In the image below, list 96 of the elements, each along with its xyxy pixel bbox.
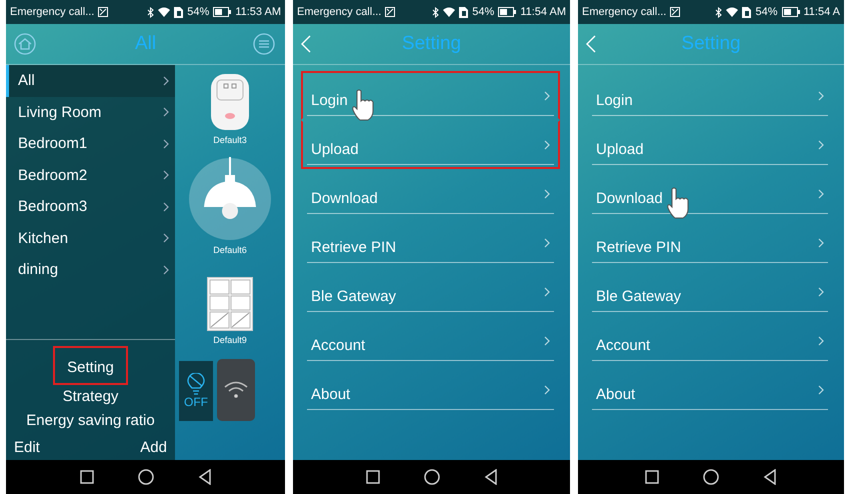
notification-text: Emergency call... xyxy=(10,6,94,18)
add-button[interactable]: Add xyxy=(140,439,167,456)
screen-title: Setting xyxy=(680,33,742,55)
chevron-icon xyxy=(163,264,169,275)
home-button[interactable] xyxy=(424,469,440,485)
switch-panel-drawing xyxy=(207,277,253,331)
room-item[interactable]: Living Room xyxy=(6,96,175,128)
device-label: Default3 xyxy=(213,135,247,145)
screen-title: All xyxy=(134,33,158,55)
chevron-icon xyxy=(163,233,169,244)
chevron-icon xyxy=(544,140,550,150)
clock-time: 11:53 AM xyxy=(235,6,281,18)
chevron-icon xyxy=(818,336,824,346)
notification-text: Emergency call... xyxy=(582,6,666,18)
settings-row[interactable]: Account xyxy=(586,316,834,365)
recent-apps-button[interactable] xyxy=(366,470,380,484)
room-item[interactable]: All xyxy=(6,65,175,96)
settings-row[interactable]: Upload xyxy=(586,120,834,169)
image-icon xyxy=(670,7,680,17)
back-button[interactable] xyxy=(198,469,212,485)
room-item[interactable]: Bedroom1 xyxy=(6,128,175,160)
image-icon xyxy=(385,7,396,17)
battery-icon xyxy=(782,7,800,17)
battery-percent: 54% xyxy=(755,6,778,18)
bluetooth-icon xyxy=(715,6,722,18)
recent-apps-button[interactable] xyxy=(80,470,94,484)
chevron-icon xyxy=(818,287,824,297)
sim-card-icon xyxy=(174,6,184,18)
clock-time: 11:54 AM xyxy=(520,6,566,18)
chevron-icon xyxy=(818,189,824,199)
sim-card-icon xyxy=(742,6,752,18)
sim-card-icon xyxy=(459,6,468,18)
settings-row[interactable]: About xyxy=(586,365,834,414)
settings-row[interactable]: Retrieve PIN xyxy=(301,218,560,267)
image-icon xyxy=(98,7,108,17)
chevron-icon xyxy=(544,238,550,248)
room-item[interactable]: Bedroom2 xyxy=(6,160,175,191)
home-button[interactable] xyxy=(138,469,154,485)
back-button[interactable] xyxy=(763,469,777,485)
recent-apps-button[interactable] xyxy=(645,470,659,484)
light-bulb-icon xyxy=(187,373,205,395)
chevron-icon xyxy=(544,189,550,199)
wifi-button[interactable] xyxy=(217,359,255,421)
settings-row[interactable]: Account xyxy=(301,316,560,365)
hand-pointer-icon xyxy=(350,89,376,121)
menu-item[interactable]: Energy saving ratio xyxy=(22,409,159,433)
edit-button[interactable]: Edit xyxy=(14,439,40,456)
room-item[interactable]: dining xyxy=(6,254,175,286)
settings-row[interactable]: Login xyxy=(586,71,834,120)
chevron-icon xyxy=(818,385,824,395)
wifi-icon xyxy=(443,7,456,17)
home-button[interactable] xyxy=(703,469,719,485)
battery-percent: 54% xyxy=(187,6,210,18)
bluetooth-icon xyxy=(147,6,154,18)
menu-item[interactable]: Setting xyxy=(53,346,128,385)
chevron-icon xyxy=(163,107,169,118)
wifi-icon xyxy=(726,7,738,17)
chevron-icon xyxy=(163,202,169,212)
chevron-icon xyxy=(818,91,824,101)
chevron-icon xyxy=(544,385,550,395)
back-button[interactable] xyxy=(484,469,498,485)
settings-row[interactable]: Ble Gateway xyxy=(301,267,560,316)
chevron-icon xyxy=(163,76,169,86)
settings-row[interactable]: Login xyxy=(301,71,560,120)
settings-row[interactable]: Download xyxy=(301,169,560,218)
settings-row[interactable]: Upload xyxy=(301,120,560,169)
wifi-icon xyxy=(224,381,248,399)
device-label: Default6 xyxy=(213,245,247,255)
chevron-icon xyxy=(544,287,550,297)
wifi-icon xyxy=(158,7,170,17)
chevron-icon xyxy=(163,138,169,149)
menu-item[interactable]: Strategy xyxy=(58,385,122,409)
chevron-icon xyxy=(544,336,550,346)
smart-plug-drawing xyxy=(210,73,250,131)
battery-icon xyxy=(213,7,232,17)
room-item[interactable]: Kitchen xyxy=(6,222,175,254)
settings-row[interactable]: Download xyxy=(586,169,834,218)
chevron-icon xyxy=(818,238,824,248)
room-item[interactable]: Bedroom3 xyxy=(6,191,175,222)
chevron-icon xyxy=(818,140,824,150)
battery-percent: 54% xyxy=(472,6,494,18)
light-off-button[interactable]: OFF xyxy=(179,361,213,421)
settings-row[interactable]: Retrieve PIN xyxy=(586,218,834,267)
settings-row[interactable]: Ble Gateway xyxy=(586,267,834,316)
back-icon[interactable] xyxy=(301,35,311,53)
screen-title: Setting xyxy=(400,33,462,55)
device-label: Default9 xyxy=(213,335,247,345)
chevron-icon xyxy=(163,170,169,180)
notification-text: Emergency call... xyxy=(297,6,382,18)
bluetooth-icon xyxy=(432,6,440,18)
chevron-icon xyxy=(544,91,550,101)
settings-row[interactable]: About xyxy=(301,365,560,414)
back-icon[interactable] xyxy=(586,35,596,53)
hand-pointer-icon xyxy=(664,187,691,219)
clock-time: 11:54 A xyxy=(804,6,840,18)
battery-icon xyxy=(498,7,516,17)
